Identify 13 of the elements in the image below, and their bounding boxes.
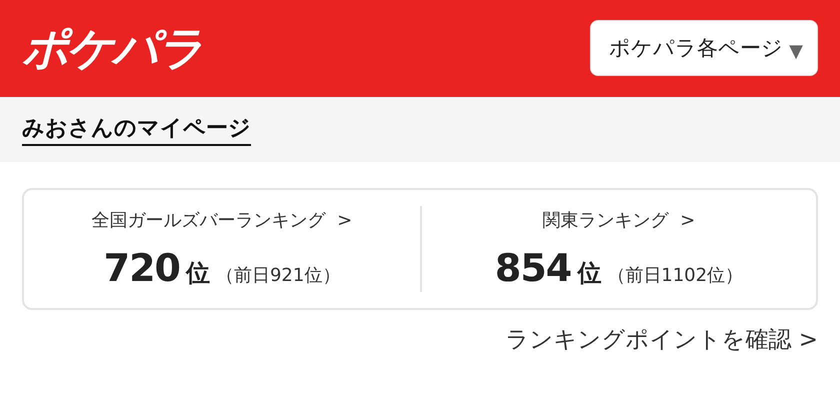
previous-rank: （前日1102位） — [607, 264, 744, 287]
ranking-link[interactable]: 全国ガールズバーランキング > — [92, 208, 352, 232]
rank-number: 720 — [104, 246, 180, 290]
rank-number: 854 — [494, 246, 572, 290]
previous-rank: （前日921位） — [216, 264, 340, 287]
ranking-link[interactable]: 関東ランキング > — [542, 208, 696, 232]
pages-menu-button[interactable]: ポケパラ各ページ ▼ — [590, 20, 818, 76]
caret-icon: ▼ — [789, 41, 803, 62]
points-link[interactable]: ランキングポイントを確認 > — [505, 324, 818, 355]
rank-unit: 位 — [577, 258, 602, 289]
page-title: みおさんのマイページ — [22, 113, 251, 146]
rank-unit: 位 — [186, 258, 210, 289]
site-logo[interactable]: ポケパラ — [22, 18, 202, 80]
